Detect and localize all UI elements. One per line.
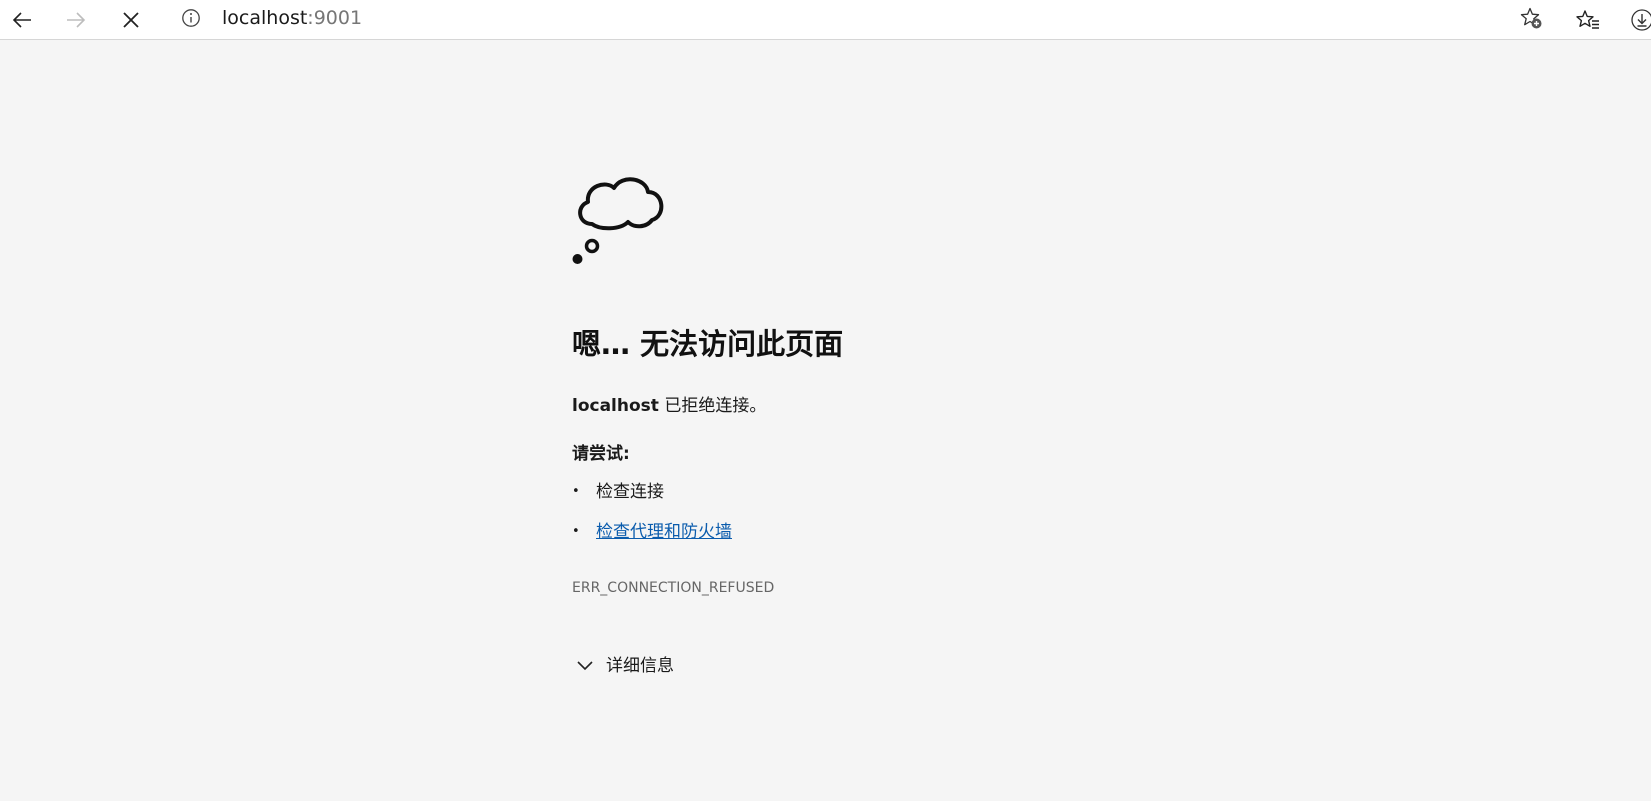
page-title: 嗯… 无法访问此页面 [572, 327, 844, 361]
favorites-list-icon [1576, 10, 1599, 29]
suggestion-check-connection-text: 检查连接 [596, 482, 664, 502]
arrow-right-icon [67, 12, 86, 28]
star-add-icon [1520, 7, 1542, 29]
url-text[interactable]: localhost:9001 [222, 7, 362, 29]
browser-toolbar: localhost:9001 [0, 0, 1651, 40]
stop-loading-button[interactable] [113, 2, 149, 38]
thought-cloud-icon [572, 177, 664, 264]
favorites-button[interactable] [1570, 2, 1606, 38]
chevron-down-icon [577, 661, 593, 671]
check-proxy-firewall-link[interactable]: 检查代理和防火墙 [596, 522, 732, 542]
site-info-button[interactable] [180, 7, 202, 29]
download-icon [1631, 9, 1651, 31]
suggestion-list: 检查连接 检查代理和防火墙 [572, 480, 732, 560]
error-description: localhost 已拒绝连接。 [572, 394, 766, 418]
try-label: 请尝试: [572, 444, 630, 464]
suggestion-check-connection: 检查连接 [572, 480, 732, 520]
url-port: :9001 [307, 7, 363, 29]
details-label: 详细信息 [606, 656, 674, 676]
refused-message: 已拒绝连接。 [658, 396, 767, 416]
downloads-button[interactable] [1624, 2, 1651, 38]
address-bar[interactable]: localhost:9001 [166, 0, 1553, 36]
close-icon [123, 12, 139, 28]
add-favorite-button[interactable] [1517, 4, 1545, 32]
back-button[interactable] [4, 2, 40, 38]
refused-host: localhost [572, 396, 659, 416]
forward-button[interactable] [58, 2, 94, 38]
suggestion-check-proxy-firewall: 检查代理和防火墙 [572, 520, 732, 560]
error-code: ERR_CONNECTION_REFUSED [572, 580, 775, 596]
info-icon [182, 9, 200, 27]
arrow-left-icon [12, 12, 31, 28]
url-host: localhost [222, 7, 308, 29]
details-toggle-button[interactable]: 详细信息 [576, 652, 674, 680]
